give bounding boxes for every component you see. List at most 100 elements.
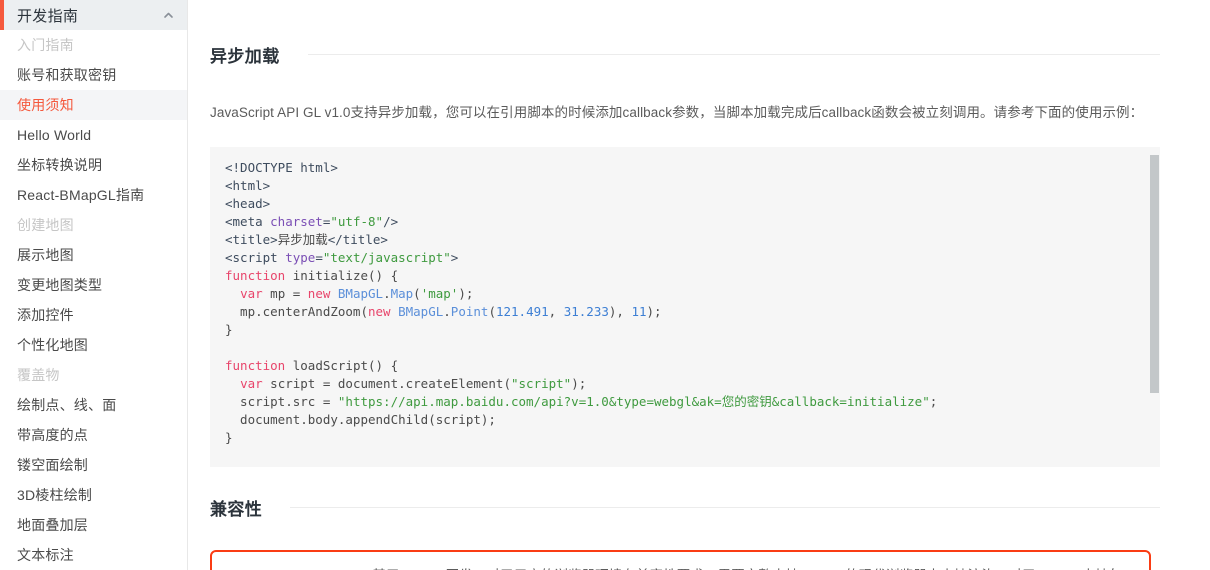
sidebar-item-label: 个性化地图 [17, 337, 88, 353]
chevron-up-icon[interactable] [162, 9, 175, 22]
sidebar-item-5[interactable]: React-BMapGL指南 [0, 180, 187, 210]
code-token: , [548, 304, 564, 320]
sidebar-item-label: 变更地图类型 [17, 277, 103, 293]
sidebar-item-16[interactable]: 地面叠加层 [0, 510, 187, 540]
sidebar-item-15[interactable]: 3D棱柱绘制 [0, 480, 187, 510]
code-token: . [443, 304, 451, 320]
code-token: ); [571, 376, 587, 392]
code-token: 121.491 [495, 304, 549, 320]
code-token: = [315, 250, 323, 266]
async-section-title: 异步加载 [210, 47, 280, 67]
code-token: } [225, 430, 233, 446]
code-token: ; [929, 394, 938, 410]
sidebar-item-label: 添加控件 [17, 307, 74, 323]
sidebar-item-2[interactable]: 使用须知 [0, 90, 187, 120]
code-token: var [240, 376, 263, 392]
compatibility-highlight-box: JavaScript API GL v1.0 基于WebGL开发，对于用户的浏览… [210, 550, 1151, 570]
code-token: new [368, 304, 391, 320]
sidebar-nav-list: 入门指南账号和获取密钥 使用须知 Hello World 坐标转换说明 React-BM… [0, 30, 187, 570]
sidebar-item-1[interactable]: 账号和获取密钥 [0, 60, 187, 90]
code-scrollbar-thumb[interactable] [1150, 155, 1159, 394]
sidebar-item-7[interactable]: 展示地图 [0, 240, 187, 270]
code-token: document.body.appendChild(script); [225, 412, 496, 428]
code-token: ), [608, 304, 632, 320]
sidebar-item-3[interactable]: Hello World [0, 120, 187, 150]
compat-section-paragraph: JavaScript API GL v1.0 基于WebGL开发，对于用户的浏览… [228, 564, 1135, 570]
sidebar-item-8[interactable]: 变更地图类型 [0, 270, 187, 300]
code-token: BMapGL [337, 286, 384, 302]
code-token: 异步加载 [277, 232, 328, 248]
sidebar-item-label: 创建地图 [17, 217, 74, 233]
sidebar-item-label: 文本标注 [17, 547, 74, 563]
compat-section-title: 兼容性 [210, 500, 263, 520]
code-token: type [285, 250, 316, 266]
sidebar-item-label: 3D棱柱绘制 [17, 487, 93, 503]
sidebar-item-label: 使用须知 [17, 97, 74, 113]
sidebar-section-title: 开发指南 [17, 7, 79, 25]
code-token: <meta [225, 214, 271, 230]
code-token: <script [225, 250, 286, 266]
heading-divider [307, 54, 1160, 56]
code-token: > [450, 250, 459, 266]
sidebar-item-12[interactable]: 绘制点、线、面 [0, 390, 187, 420]
code-token: <head> [225, 196, 271, 212]
sidebar-item-label: Hello World [17, 127, 92, 143]
code-token: ( [413, 286, 421, 302]
code-token: 31.233 [563, 304, 609, 320]
code-token: mp.centerAndZoom( [225, 304, 368, 320]
code-token: } [225, 322, 233, 338]
code-token: function [225, 358, 286, 374]
code-token: charset [270, 214, 323, 230]
sidebar-item-label: 账号和获取密钥 [17, 67, 117, 83]
sidebar-item-9[interactable]: 添加控件 [0, 300, 187, 330]
code-token: Point [450, 304, 489, 320]
sidebar-item-17[interactable]: 文本标注 [0, 540, 187, 570]
sidebar-section-header[interactable]: 开发指南 [0, 0, 187, 30]
code-token: . [383, 286, 391, 302]
sidebar-item-label: 带高度的点 [17, 427, 88, 443]
code-token: initialize() { [285, 268, 399, 284]
code-token: <!DOCTYPE html> [225, 160, 338, 176]
code-token: script.src = [225, 394, 338, 410]
sidebar-item-label: 入门指南 [17, 37, 74, 53]
sidebar-item-4[interactable]: 坐标转换说明 [0, 150, 187, 180]
code-token: <title> [225, 232, 278, 248]
sidebar-item-10[interactable]: 个性化地图 [0, 330, 187, 360]
code-token: BMapGL [398, 304, 444, 320]
code-token: mp = [262, 286, 308, 302]
sidebar-item-13[interactable]: 带高度的点 [0, 420, 187, 450]
sidebar-item-label: 地面叠加层 [17, 517, 88, 533]
sidebar-item-label: 覆盖物 [17, 367, 60, 383]
code-token: ); [646, 304, 662, 320]
code-token: window.onload = loadScript; [225, 466, 428, 467]
code-content: <!DOCTYPE html> <html> <head> <meta char… [210, 147, 1160, 467]
sidebar-item-label: 绘制点、线、面 [17, 397, 117, 413]
code-token: "text/javascript" [322, 250, 451, 266]
async-section-paragraph: JavaScript API GL v1.0支持异步加载，您可以在引用脚本的时候… [210, 105, 1144, 121]
sidebar-item-label: 镂空面绘制 [17, 457, 88, 473]
code-token: "utf-8" [330, 214, 384, 230]
main-content: 异步加载 JavaScript API GL v1.0支持异步加载，您可以在引用… [188, 0, 1210, 570]
sidebar: 开发指南 入门指南账号和获取密钥 使用须知 Hello World 坐标转换说明 Rea… [0, 0, 188, 570]
code-token: </title> [327, 232, 388, 248]
async-section-heading: 异步加载 [210, 28, 1160, 81]
sidebar-item-11: 覆盖物 [0, 360, 187, 390]
code-token: loadScript() { [285, 358, 399, 374]
code-block[interactable]: <!DOCTYPE html> <html> <head> <meta char… [210, 147, 1160, 468]
sidebar-item-6: 创建地图 [0, 210, 187, 240]
sidebar-item-14[interactable]: 镂空面绘制 [0, 450, 187, 480]
code-scrollbar-track[interactable] [1149, 147, 1160, 468]
code-token: /> [383, 214, 399, 230]
code-token: script = document.createElement( [262, 376, 511, 392]
code-token: Map [390, 286, 414, 302]
code-token: "https://api.map.baidu.com/api?v=1.0&typ… [337, 394, 930, 410]
code-token: 'map' [420, 286, 459, 302]
documentation-page: 开发指南 入门指南账号和获取密钥 使用须知 Hello World 坐标转换说明 Rea… [0, 0, 1210, 570]
code-token: "script" [511, 376, 572, 392]
heading-divider [290, 507, 1160, 509]
code-token: ); [458, 286, 474, 302]
